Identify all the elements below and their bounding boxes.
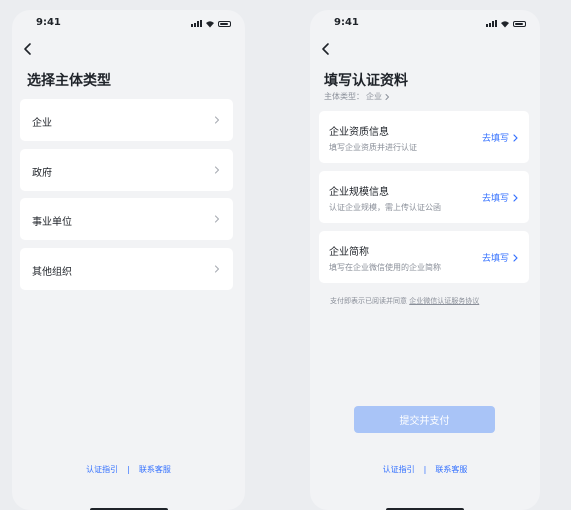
contact-support-link[interactable]: 联系客服 xyxy=(139,464,171,475)
card-description: 填写在企业微信使用的企业简称 xyxy=(329,263,441,272)
page-title: 填写认证资料 xyxy=(324,73,408,89)
back-arrow-icon[interactable] xyxy=(318,41,334,57)
battery-icon xyxy=(218,20,231,27)
chevron-right-icon xyxy=(513,133,518,142)
agreement-text: 支付即表示已阅读并同意 xyxy=(330,297,407,305)
option-label: 企业 xyxy=(32,118,52,129)
card-short-name[interactable]: 企业简称 填写在企业微信使用的企业简称 去填写 xyxy=(319,231,529,283)
fill-action[interactable]: 去填写 xyxy=(482,191,519,204)
card-title: 企业规模信息 xyxy=(329,187,389,198)
back-arrow-icon[interactable] xyxy=(20,41,36,57)
footer-separator: | xyxy=(423,465,427,474)
option-label: 其他组织 xyxy=(32,267,72,278)
subject-type-row[interactable]: 主体类型： 企业 xyxy=(324,91,390,102)
battery-icon xyxy=(513,20,526,27)
fill-action-label: 去填写 xyxy=(481,134,509,144)
submit-and-pay-button[interactable]: 提交并支付 xyxy=(354,406,495,433)
card-title: 企业简称 xyxy=(329,247,369,258)
service-agreement-link[interactable]: 企业微信认证服务协议 xyxy=(409,297,479,305)
card-description: 认证企业规模，需上传认证公函 xyxy=(329,203,441,212)
chevron-right-icon xyxy=(214,265,220,273)
option-other-organization[interactable]: 其他组织 xyxy=(20,248,233,290)
chevron-right-icon xyxy=(214,116,220,124)
signal-icon xyxy=(191,20,202,27)
chevron-right-icon xyxy=(513,193,518,202)
chevron-right-icon xyxy=(513,253,518,262)
wifi-icon xyxy=(501,20,509,27)
option-enterprise[interactable]: 企业 xyxy=(20,99,233,141)
select-subject-screen: 9:41 选择主体类型 企业 政府 事业单位 其他组织 认证指引 | 联系客服 xyxy=(12,10,245,510)
status-bar: 9:41 xyxy=(310,10,540,36)
chevron-right-icon xyxy=(214,166,220,174)
fill-action-label: 去填写 xyxy=(481,254,509,264)
signal-icon xyxy=(486,20,497,27)
chevron-right-icon xyxy=(214,215,220,223)
subject-type-label: 主体类型： xyxy=(324,92,364,101)
footer-links: 认证指引 | 联系客服 xyxy=(310,464,540,475)
card-description: 填写企业资质并进行认证 xyxy=(329,143,417,152)
agreement-notice: 支付即表示已阅读并同意 企业微信认证服务协议 xyxy=(330,296,479,306)
guide-link[interactable]: 认证指引 xyxy=(86,464,118,475)
option-government[interactable]: 政府 xyxy=(20,149,233,191)
option-label: 事业单位 xyxy=(32,217,72,228)
fill-action[interactable]: 去填写 xyxy=(482,251,519,264)
option-public-institution[interactable]: 事业单位 xyxy=(20,198,233,240)
status-time: 9:41 xyxy=(334,17,359,28)
wifi-icon xyxy=(206,20,214,27)
chevron-right-icon xyxy=(385,93,389,100)
guide-link[interactable]: 认证指引 xyxy=(383,464,415,475)
subject-type-value: 企业 xyxy=(366,92,382,101)
status-time: 9:41 xyxy=(36,17,61,28)
fill-action-label: 去填写 xyxy=(481,194,509,204)
fill-action[interactable]: 去填写 xyxy=(482,131,519,144)
footer-links: 认证指引 | 联系客服 xyxy=(12,464,245,475)
card-scale-info[interactable]: 企业规模信息 认证企业规模，需上传认证公函 去填写 xyxy=(319,171,529,223)
status-bar: 9:41 xyxy=(12,10,245,36)
fill-certification-screen: 9:41 填写认证资料 主体类型： 企业 企业资质信息 填写企业资质并进行认证 … xyxy=(310,10,540,510)
card-title: 企业资质信息 xyxy=(329,127,389,138)
contact-support-link[interactable]: 联系客服 xyxy=(435,464,467,475)
footer-separator: | xyxy=(127,465,130,474)
card-qualification-info[interactable]: 企业资质信息 填写企业资质并进行认证 去填写 xyxy=(319,111,529,163)
option-label: 政府 xyxy=(32,168,52,179)
page-title: 选择主体类型 xyxy=(27,73,111,89)
